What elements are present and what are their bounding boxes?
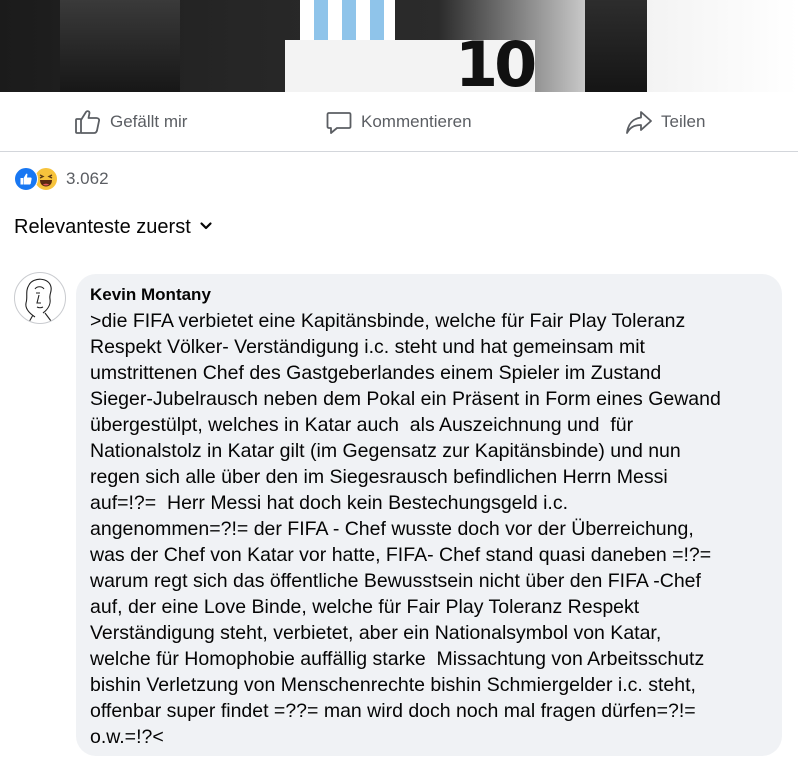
comment-line: regen sich alle über den im Siegesrausch…: [90, 466, 668, 488]
comment-author[interactable]: Kevin Montany: [90, 284, 768, 306]
share-button[interactable]: Teilen: [625, 92, 705, 152]
comment-button[interactable]: Kommentieren: [325, 92, 472, 152]
comment-line: auf, der eine Love Binde, welche für Fai…: [90, 596, 640, 618]
like-label: Gefällt mir: [110, 112, 188, 131]
comment-line: Nationalstolz in Katar gilt (im Gegensat…: [90, 440, 681, 462]
comment-line: o.w.=!?<: [90, 726, 164, 748]
photo-person-right: [585, 0, 647, 92]
reaction-count: 3.062: [66, 169, 109, 188]
avatar[interactable]: [14, 272, 66, 324]
photo-person-left: [60, 0, 180, 92]
comment-line: umstrittenen Chef des Gastgeberlandes ei…: [90, 362, 662, 384]
like-button[interactable]: Gefällt mir: [74, 92, 187, 152]
share-arrow-icon: [625, 108, 653, 136]
comment-label: Kommentieren: [361, 112, 472, 131]
comment-line: Sieger-Jubelrausch neben dem Pokal ein P…: [90, 388, 721, 410]
comment-line: was der Chef von Katar vor hatte, FIFA- …: [90, 544, 712, 566]
comment-line: Verständigung steht, verbietet, aber ein…: [90, 622, 662, 644]
comment-line: warum regt sich das öffentliche Bewussts…: [90, 570, 701, 592]
comment-line: angenommen=?!= der FIFA - Chef wusste do…: [90, 518, 694, 540]
share-label: Teilen: [661, 112, 706, 131]
post-action-bar: Gefällt mir Kommentieren Teilen: [0, 92, 798, 152]
reactions-summary[interactable]: 3.062: [14, 166, 109, 192]
comment-line: >die FIFA verbietet eine Kapitänsbinde, …: [90, 310, 686, 332]
sort-label: Relevanteste zuerst: [14, 216, 191, 238]
chevron-down-icon: [199, 216, 213, 239]
comment-line: auf=!?= Herr Messi hat doch kein Bestech…: [90, 492, 569, 514]
thumbs-up-icon: [74, 108, 102, 136]
comment-line: offenbar super findet =??= man wird doch…: [90, 700, 696, 722]
comment-bubble-icon: [325, 108, 353, 136]
comment-line: welche für Homophobie auffällig starke M…: [90, 648, 705, 670]
comment-line: bishin Verletzung von Menschenrechte bis…: [90, 674, 696, 696]
post-photo[interactable]: 10: [0, 0, 798, 92]
comment-text: >die FIFA verbietet eine Kapitänsbinde, …: [90, 308, 768, 750]
comment-line: Respekt Völker- Verständigung i.c. steht…: [90, 336, 645, 358]
comment-sort-dropdown[interactable]: Relevanteste zuerst: [14, 216, 213, 239]
photo-jersey-number: 10: [455, 28, 537, 92]
like-reaction-icon: [14, 167, 38, 191]
photo-jersey: [300, 0, 395, 40]
comment-bubble: Kevin Montany >die FIFA verbietet eine K…: [76, 274, 782, 756]
comment-line: übergestülpt, welches in Katar auch als …: [90, 414, 634, 436]
